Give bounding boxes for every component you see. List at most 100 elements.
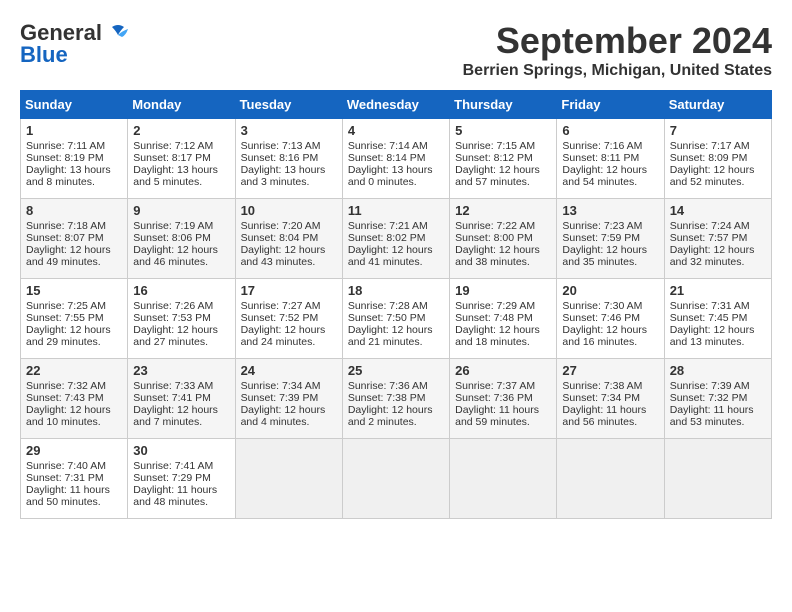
sunrise-text: Sunrise: 7:40 AM bbox=[26, 460, 122, 472]
calendar-header-row: SundayMondayTuesdayWednesdayThursdayFrid… bbox=[21, 91, 772, 119]
sunset-text: Sunset: 7:59 PM bbox=[562, 232, 658, 244]
sunset-text: Sunset: 8:07 PM bbox=[26, 232, 122, 244]
calendar-week-row: 29Sunrise: 7:40 AMSunset: 7:31 PMDayligh… bbox=[21, 439, 772, 519]
calendar-cell: 7Sunrise: 7:17 AMSunset: 8:09 PMDaylight… bbox=[664, 119, 771, 199]
calendar-cell: 19Sunrise: 7:29 AMSunset: 7:48 PMDayligh… bbox=[450, 279, 557, 359]
calendar-header-day: Wednesday bbox=[342, 91, 449, 119]
sunset-text: Sunset: 8:02 PM bbox=[348, 232, 444, 244]
daylight-text: Daylight: 13 hours and 8 minutes. bbox=[26, 164, 122, 188]
daylight-text: Daylight: 13 hours and 3 minutes. bbox=[241, 164, 337, 188]
daylight-text: Daylight: 12 hours and 35 minutes. bbox=[562, 244, 658, 268]
sunrise-text: Sunrise: 7:23 AM bbox=[562, 220, 658, 232]
sunrise-text: Sunrise: 7:34 AM bbox=[241, 380, 337, 392]
title-area: September 2024 Berrien Springs, Michigan… bbox=[463, 20, 772, 80]
day-number: 29 bbox=[26, 443, 122, 458]
sunset-text: Sunset: 7:32 PM bbox=[670, 392, 766, 404]
day-number: 2 bbox=[133, 123, 229, 138]
sunset-text: Sunset: 8:09 PM bbox=[670, 152, 766, 164]
calendar-cell: 16 Sunrise: 7:26 AMSunset: 7:53 PMDayligh… bbox=[128, 279, 235, 359]
daylight-text: Daylight: 12 hours and 27 minutes. bbox=[133, 324, 229, 348]
sunset-text: Sunset: 7:45 PM bbox=[670, 312, 766, 324]
daylight-text: Daylight: 12 hours and 2 minutes. bbox=[348, 404, 444, 428]
calendar-week-row: 22Sunrise: 7:32 AMSunset: 7:43 PMDayligh… bbox=[21, 359, 772, 439]
calendar-cell: 25Sunrise: 7:36 AMSunset: 7:38 PMDayligh… bbox=[342, 359, 449, 439]
sunset-text: Sunset: 8:12 PM bbox=[455, 152, 551, 164]
calendar-cell: 1Sunrise: 7:11 AMSunset: 8:19 PMDaylight… bbox=[21, 119, 128, 199]
daylight-text: Daylight: 12 hours and 38 minutes. bbox=[455, 244, 551, 268]
daylight-text: Daylight: 12 hours and 13 minutes. bbox=[670, 324, 766, 348]
calendar-header-day: Monday bbox=[128, 91, 235, 119]
day-number: 27 bbox=[562, 363, 658, 378]
calendar-header-day: Saturday bbox=[664, 91, 771, 119]
sunset-text: Sunset: 8:06 PM bbox=[133, 232, 229, 244]
calendar-cell bbox=[342, 439, 449, 519]
daylight-text: Daylight: 12 hours and 24 minutes. bbox=[241, 324, 337, 348]
calendar-cell: 18Sunrise: 7:28 AMSunset: 7:50 PMDayligh… bbox=[342, 279, 449, 359]
sunrise-text: Sunrise: 7:38 AM bbox=[562, 380, 658, 392]
calendar-week-row: 1Sunrise: 7:11 AMSunset: 8:19 PMDaylight… bbox=[21, 119, 772, 199]
sunrise-text: Sunrise: 7:26 AM bbox=[133, 300, 229, 312]
day-number: 15 bbox=[26, 283, 122, 298]
sunrise-text: Sunrise: 7:18 AM bbox=[26, 220, 122, 232]
day-number: 19 bbox=[455, 283, 551, 298]
calendar-cell: 6Sunrise: 7:16 AMSunset: 8:11 PMDaylight… bbox=[557, 119, 664, 199]
month-title: September 2024 bbox=[463, 20, 772, 62]
sunrise-text: Sunrise: 7:14 AM bbox=[348, 140, 444, 152]
day-number: 16 bbox=[133, 283, 229, 298]
sunrise-text: Sunrise: 7:17 AM bbox=[670, 140, 766, 152]
sunset-text: Sunset: 7:46 PM bbox=[562, 312, 658, 324]
day-number: 25 bbox=[348, 363, 444, 378]
sunrise-text: Sunrise: 7:16 AM bbox=[562, 140, 658, 152]
sunrise-text: Sunrise: 7:12 AM bbox=[133, 140, 229, 152]
sunset-text: Sunset: 7:52 PM bbox=[241, 312, 337, 324]
calendar-cell bbox=[450, 439, 557, 519]
daylight-text: Daylight: 12 hours and 41 minutes. bbox=[348, 244, 444, 268]
sunset-text: Sunset: 7:48 PM bbox=[455, 312, 551, 324]
daylight-text: Daylight: 12 hours and 21 minutes. bbox=[348, 324, 444, 348]
daylight-text: Daylight: 12 hours and 32 minutes. bbox=[670, 244, 766, 268]
calendar-cell: 24Sunrise: 7:34 AMSunset: 7:39 PMDayligh… bbox=[235, 359, 342, 439]
calendar-cell: 4Sunrise: 7:14 AMSunset: 8:14 PMDaylight… bbox=[342, 119, 449, 199]
sunset-text: Sunset: 7:43 PM bbox=[26, 392, 122, 404]
day-number: 11 bbox=[348, 203, 444, 218]
day-number: 24 bbox=[241, 363, 337, 378]
sunset-text: Sunset: 7:34 PM bbox=[562, 392, 658, 404]
day-number: 5 bbox=[455, 123, 551, 138]
calendar-table: SundayMondayTuesdayWednesdayThursdayFrid… bbox=[20, 90, 772, 519]
daylight-text: Daylight: 12 hours and 7 minutes. bbox=[133, 404, 229, 428]
location-title: Berrien Springs, Michigan, United States bbox=[463, 62, 772, 80]
sunset-text: Sunset: 7:38 PM bbox=[348, 392, 444, 404]
day-number: 4 bbox=[348, 123, 444, 138]
sunrise-text: Sunrise: 7:41 AM bbox=[133, 460, 229, 472]
daylight-text: Daylight: 12 hours and 18 minutes. bbox=[455, 324, 551, 348]
sunset-text: Sunset: 7:53 PM bbox=[133, 312, 229, 324]
sunset-text: Sunset: 8:11 PM bbox=[562, 152, 658, 164]
sunrise-text: Sunrise: 7:37 AM bbox=[455, 380, 551, 392]
daylight-text: Daylight: 12 hours and 43 minutes. bbox=[241, 244, 337, 268]
sunset-text: Sunset: 8:00 PM bbox=[455, 232, 551, 244]
calendar-week-row: 8Sunrise: 7:18 AMSunset: 8:07 PMDaylight… bbox=[21, 199, 772, 279]
day-number: 22 bbox=[26, 363, 122, 378]
daylight-text: Daylight: 11 hours and 59 minutes. bbox=[455, 404, 551, 428]
calendar-cell: 5Sunrise: 7:15 AMSunset: 8:12 PMDaylight… bbox=[450, 119, 557, 199]
sunrise-text: Sunrise: 7:21 AM bbox=[348, 220, 444, 232]
day-number: 26 bbox=[455, 363, 551, 378]
sunset-text: Sunset: 7:31 PM bbox=[26, 472, 122, 484]
daylight-text: Daylight: 12 hours and 46 minutes. bbox=[133, 244, 229, 268]
day-number: 9 bbox=[133, 203, 229, 218]
sunset-text: Sunset: 7:36 PM bbox=[455, 392, 551, 404]
calendar-header-day: Thursday bbox=[450, 91, 557, 119]
logo-bird-icon bbox=[104, 23, 132, 43]
calendar-cell: 14Sunrise: 7:24 AMSunset: 7:57 PMDayligh… bbox=[664, 199, 771, 279]
calendar-cell: 9Sunrise: 7:19 AMSunset: 8:06 PMDaylight… bbox=[128, 199, 235, 279]
logo: General Blue bbox=[20, 20, 132, 68]
sunrise-text: Sunrise: 7:30 AM bbox=[562, 300, 658, 312]
day-number: 17 bbox=[241, 283, 337, 298]
sunset-text: Sunset: 8:17 PM bbox=[133, 152, 229, 164]
calendar-cell: 2Sunrise: 7:12 AMSunset: 8:17 PMDaylight… bbox=[128, 119, 235, 199]
calendar-cell bbox=[235, 439, 342, 519]
day-number: 1 bbox=[26, 123, 122, 138]
calendar-cell bbox=[664, 439, 771, 519]
calendar-cell: 29Sunrise: 7:40 AMSunset: 7:31 PMDayligh… bbox=[21, 439, 128, 519]
calendar-cell: 10Sunrise: 7:20 AMSunset: 8:04 PMDayligh… bbox=[235, 199, 342, 279]
